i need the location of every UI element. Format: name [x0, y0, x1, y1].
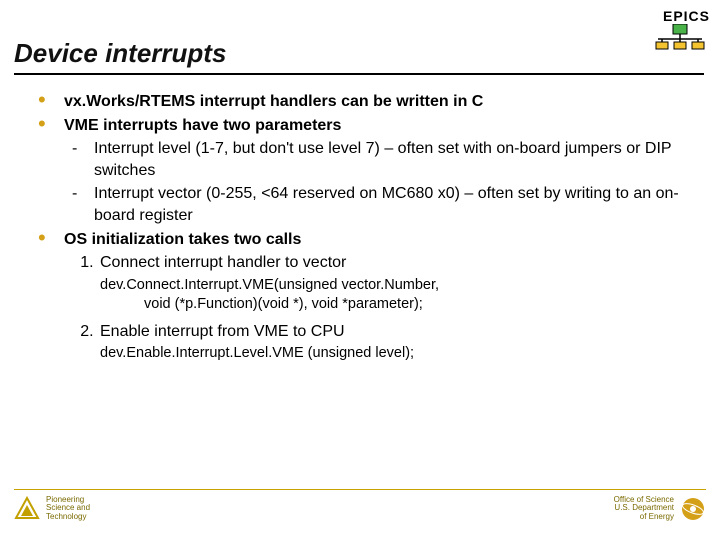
bullet-3-sub-2: Enable interrupt from VME to CPU dev.Ena…	[98, 321, 692, 364]
footer-left-text: Pioneering Science and Technology	[46, 496, 90, 522]
page-title: Device interrupts	[14, 38, 704, 75]
brand-name: EPICS	[663, 8, 710, 24]
bullet-1: vx.Works/RTEMS interrupt handlers can be…	[38, 91, 692, 113]
code-block-2: dev.Enable.Interrupt.Level.VME (unsigned…	[100, 344, 692, 364]
footer-right: Office of Science U.S. Department of Ene…	[614, 496, 706, 522]
dash-icon: -	[72, 183, 77, 205]
code-line: dev.Enable.Interrupt.Level.VME (unsigned…	[100, 344, 692, 364]
bullet-2-sub-1-text: Interrupt level (1-7, but don't use leve…	[94, 140, 671, 179]
bullet-1-text: vx.Works/RTEMS interrupt handlers can be…	[64, 93, 483, 110]
bullet-3-sub-1: Connect interrupt handler to vector dev.…	[98, 252, 692, 315]
slide-content: vx.Works/RTEMS interrupt handlers can be…	[0, 75, 720, 364]
bullet-3: OS initialization takes two calls Connec…	[38, 229, 692, 364]
footer-left-line: Technology	[46, 513, 90, 522]
title-wrap: Device interrupts	[0, 0, 720, 75]
doe-logo-icon	[680, 496, 706, 522]
bullet-3-sub-2-text: Enable interrupt from VME to CPU	[100, 323, 345, 340]
argonne-logo-icon	[14, 496, 40, 522]
code-line: void (*p.Function)(void *), void *parame…	[100, 295, 692, 315]
code-line: dev.Connect.Interrupt.VME(unsigned vecto…	[100, 276, 692, 296]
bullet-2-text: VME interrupts have two parameters	[64, 117, 341, 134]
bullet-2-sub-2-text: Interrupt vector (0-255, <64 reserved on…	[94, 185, 679, 224]
epics-logo-icon	[652, 24, 710, 50]
footer-right-line: of Energy	[614, 513, 674, 522]
bullet-2: VME interrupts have two parameters - Int…	[38, 115, 692, 227]
bullet-2-sub-2: - Interrupt vector (0-255, <64 reserved …	[70, 183, 692, 226]
bullet-3-text: OS initialization takes two calls	[64, 231, 301, 248]
bullet-2-sub-1: - Interrupt level (1-7, but don't use le…	[70, 138, 692, 181]
brand-header: EPICS	[652, 8, 710, 50]
dash-icon: -	[72, 138, 77, 160]
footer: Pioneering Science and Technology Office…	[14, 489, 706, 522]
bullet-3-sub-1-text: Connect interrupt handler to vector	[100, 254, 346, 271]
code-block-1: dev.Connect.Interrupt.VME(unsigned vecto…	[100, 276, 692, 315]
footer-left: Pioneering Science and Technology	[14, 496, 90, 522]
footer-right-text: Office of Science U.S. Department of Ene…	[614, 496, 674, 522]
